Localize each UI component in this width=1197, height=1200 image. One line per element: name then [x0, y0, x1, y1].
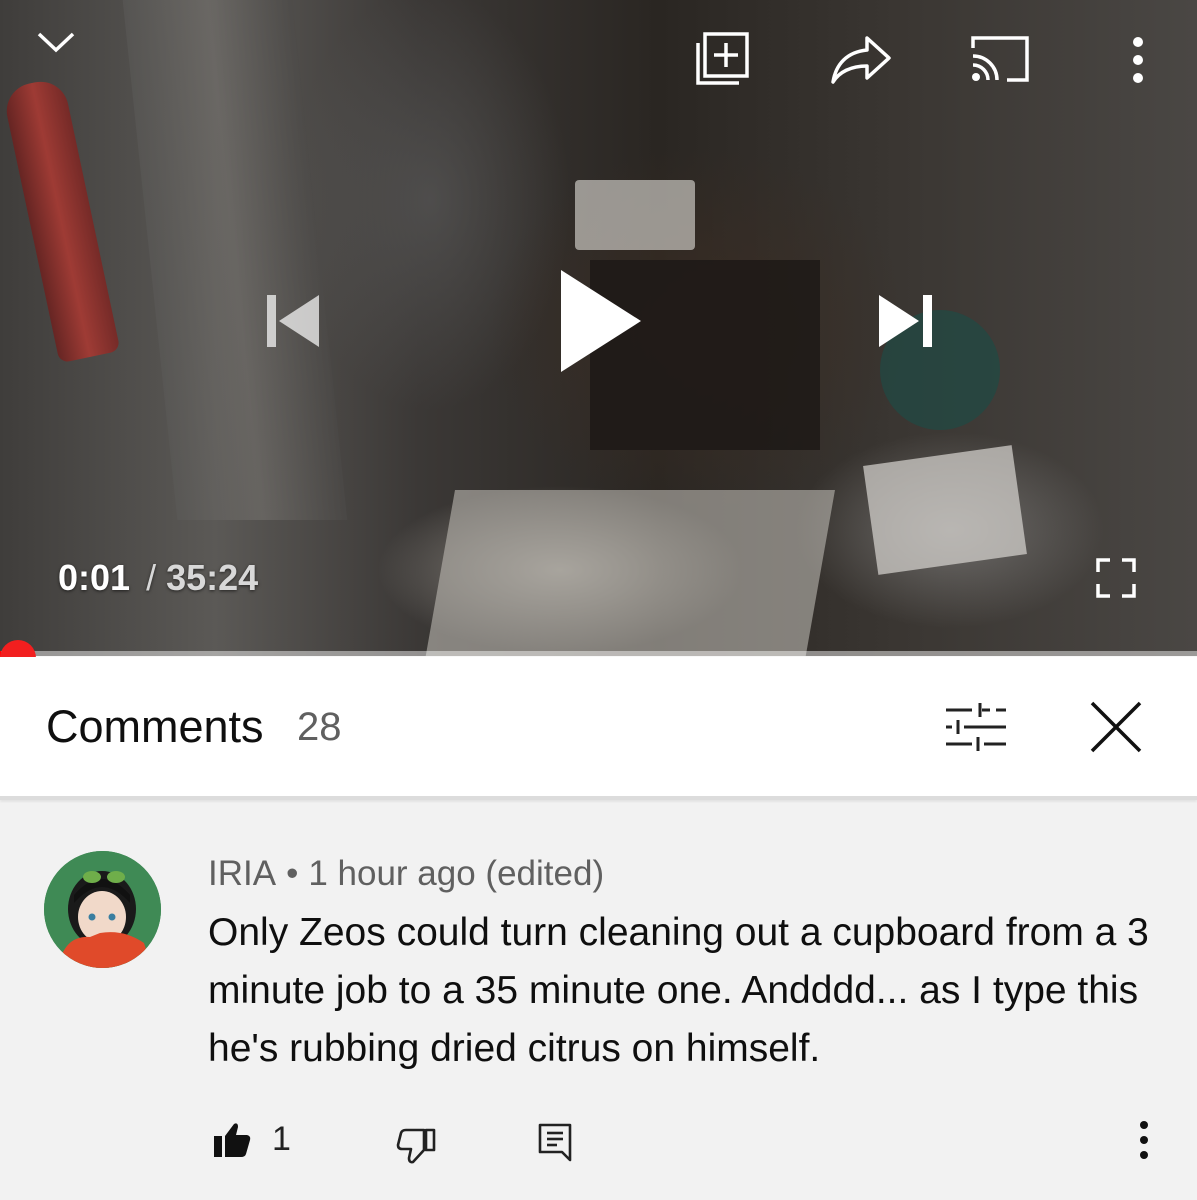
meta-separator: •	[286, 854, 299, 893]
comments-title: Comments	[46, 701, 264, 752]
video-frame-table	[425, 490, 835, 656]
like-count: 1	[272, 1120, 291, 1158]
video-frame-paper	[863, 445, 1027, 575]
reply-icon[interactable]	[536, 1121, 574, 1163]
chevron-down-icon[interactable]	[32, 24, 80, 60]
close-icon[interactable]	[1082, 695, 1150, 759]
comments-count: 28	[297, 705, 342, 749]
skip-previous-icon[interactable]	[258, 290, 324, 352]
comment-author[interactable]: IRIA	[208, 854, 276, 893]
thumb-up-icon[interactable]	[210, 1118, 254, 1162]
video-frame-door	[122, 0, 348, 520]
thumb-down-icon[interactable]	[394, 1124, 438, 1168]
more-vert-icon[interactable]	[1128, 1116, 1160, 1164]
more-vert-icon[interactable]	[1122, 34, 1154, 86]
fullscreen-icon[interactable]	[1094, 556, 1138, 600]
comment-item: IRIA • 1 hour ago (edited) Only Zeos could…	[0, 804, 1197, 1200]
avatar[interactable]	[44, 851, 161, 968]
video-frame-extinguisher	[1, 76, 121, 364]
time-display: 0:01 / 35:24	[58, 556, 258, 600]
video-player[interactable]: 0:01 / 35:24	[0, 0, 1197, 656]
play-icon[interactable]	[548, 262, 648, 380]
cast-icon[interactable]	[968, 34, 1032, 84]
sort-filter-icon[interactable]	[940, 697, 1012, 757]
comment-time: 1 hour ago (edited)	[308, 854, 605, 893]
time-separator: /	[146, 557, 157, 598]
share-icon[interactable]	[828, 30, 894, 88]
current-time: 0:01	[58, 557, 131, 598]
add-to-playlist-icon[interactable]	[692, 30, 752, 88]
video-duration: 35:24	[166, 557, 259, 598]
comments-header: Comments 28	[0, 657, 1197, 800]
skip-next-icon[interactable]	[872, 290, 938, 352]
comment-meta: IRIA • 1 hour ago (edited)	[208, 854, 604, 894]
video-frame-microwave	[575, 180, 695, 250]
comment-text: Only Zeos could turn cleaning out a cupb…	[208, 911, 1149, 1070]
